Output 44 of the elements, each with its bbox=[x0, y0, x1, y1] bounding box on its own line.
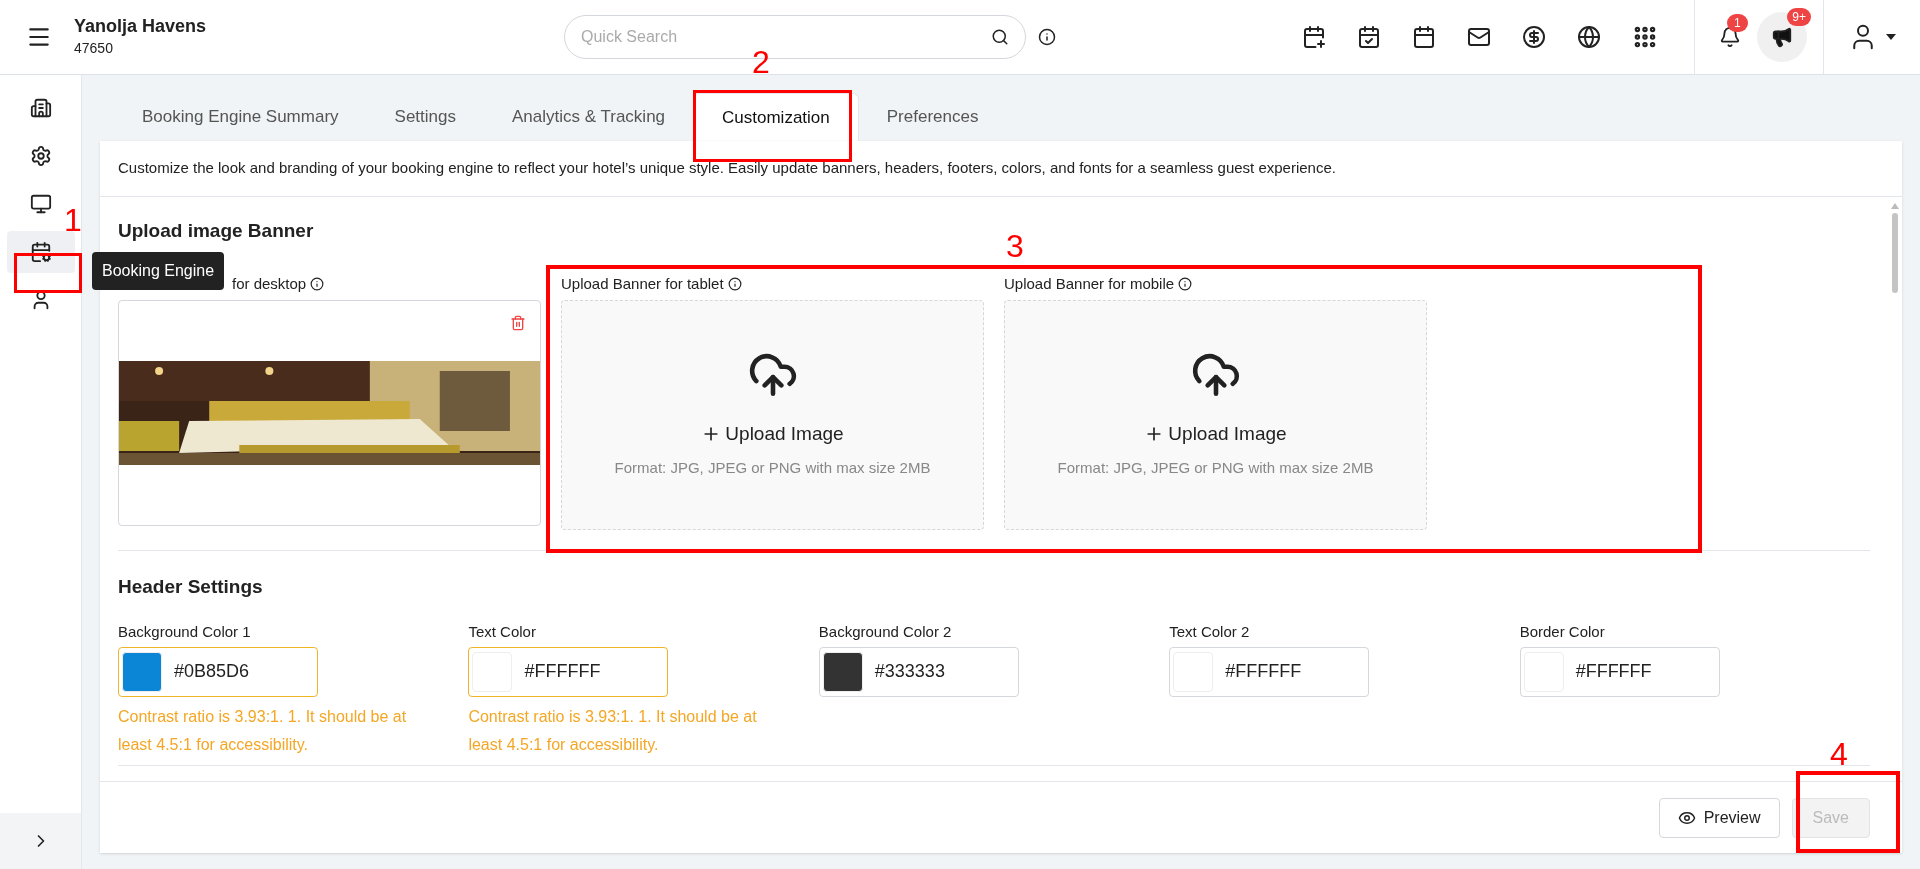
annotation-number: 1 bbox=[64, 204, 82, 236]
color-value: #FFFFFF bbox=[1575, 660, 1652, 683]
upload-label: Upload Image bbox=[1168, 422, 1287, 446]
warning-text: Contrast ratio is 3.93:1. 1. It should be at least 4.5:1 for accessibility. bbox=[468, 706, 758, 755]
tab[interactable]: Settings bbox=[366, 93, 484, 141]
color-value: #333333 bbox=[874, 660, 945, 683]
notification-badge: 1 bbox=[1727, 14, 1748, 32]
upload-label: Upload Image bbox=[725, 422, 844, 446]
color-value: #FFFFFF bbox=[1225, 660, 1302, 683]
section-title: Upload image Banner bbox=[118, 218, 315, 243]
color-field[interactable]: #FFFFFF bbox=[468, 646, 669, 697]
field-label: Background Color 1 bbox=[118, 622, 252, 642]
banner-label: for desktop bbox=[232, 274, 307, 294]
field-label: Text Color 2 bbox=[1169, 622, 1251, 642]
hotel-code: 47650 bbox=[74, 38, 114, 58]
color-value: #FFFFFF bbox=[524, 660, 601, 683]
field-label: Text Color bbox=[468, 622, 537, 642]
banner-label: Upload Banner for tablet bbox=[561, 274, 724, 294]
tab[interactable]: Analytics & Tracking bbox=[484, 93, 694, 141]
field-label: Border Color bbox=[1519, 622, 1606, 642]
field-label: Background Color 2 bbox=[818, 622, 953, 642]
format-hint: Format: JPG, JPEG or PNG with max size 2MB bbox=[614, 457, 931, 478]
section-title: Header Settings bbox=[118, 574, 264, 599]
annotation-number: 3 bbox=[1006, 230, 1024, 262]
hotel-name: Yanolja Havens bbox=[74, 15, 208, 38]
format-hint: Format: JPG, JPEG or PNG with max size 2MB bbox=[1057, 457, 1374, 478]
upload-dropzone[interactable]: Upload Image Format: JPG, JPEG or PNG with max size 2MB bbox=[1004, 299, 1427, 530]
tab[interactable]: Booking Engine Summary bbox=[114, 93, 367, 141]
search-field[interactable]: Quick Search bbox=[581, 25, 991, 49]
color-field[interactable]: #FFFFFF bbox=[1519, 646, 1720, 697]
tooltip: Booking Engine bbox=[92, 252, 225, 290]
color-field[interactable]: #333333 bbox=[818, 646, 1019, 697]
upload-dropzone[interactable]: Upload Image Format: JPG, JPEG or PNG with max size 2MB bbox=[561, 299, 984, 530]
preview-button[interactable]: Preview bbox=[1658, 797, 1780, 838]
color-field[interactable]: #0B85D6 bbox=[118, 646, 318, 697]
color-field[interactable]: #FFFFFF bbox=[1169, 646, 1370, 697]
tab[interactable]: Customization bbox=[693, 93, 859, 141]
color-value: #0B85D6 bbox=[174, 660, 250, 683]
tab[interactable]: Preferences bbox=[858, 93, 1007, 141]
announcement-badge: 9+ bbox=[1787, 8, 1811, 26]
annotation-number: 4 bbox=[1830, 738, 1848, 770]
banner-label: Upload Banner for mobile bbox=[1004, 274, 1175, 294]
description-text: Customize the look and branding of your booking engine to reflect your hotel’s unique style. Easily update banners, headers, footers, colors, and fonts for a seamless guest experience. bbox=[100, 141, 1902, 197]
warning-text: Contrast ratio is 3.93:1. 1. It should be at least 4.5:1 for accessibility. bbox=[118, 706, 408, 755]
